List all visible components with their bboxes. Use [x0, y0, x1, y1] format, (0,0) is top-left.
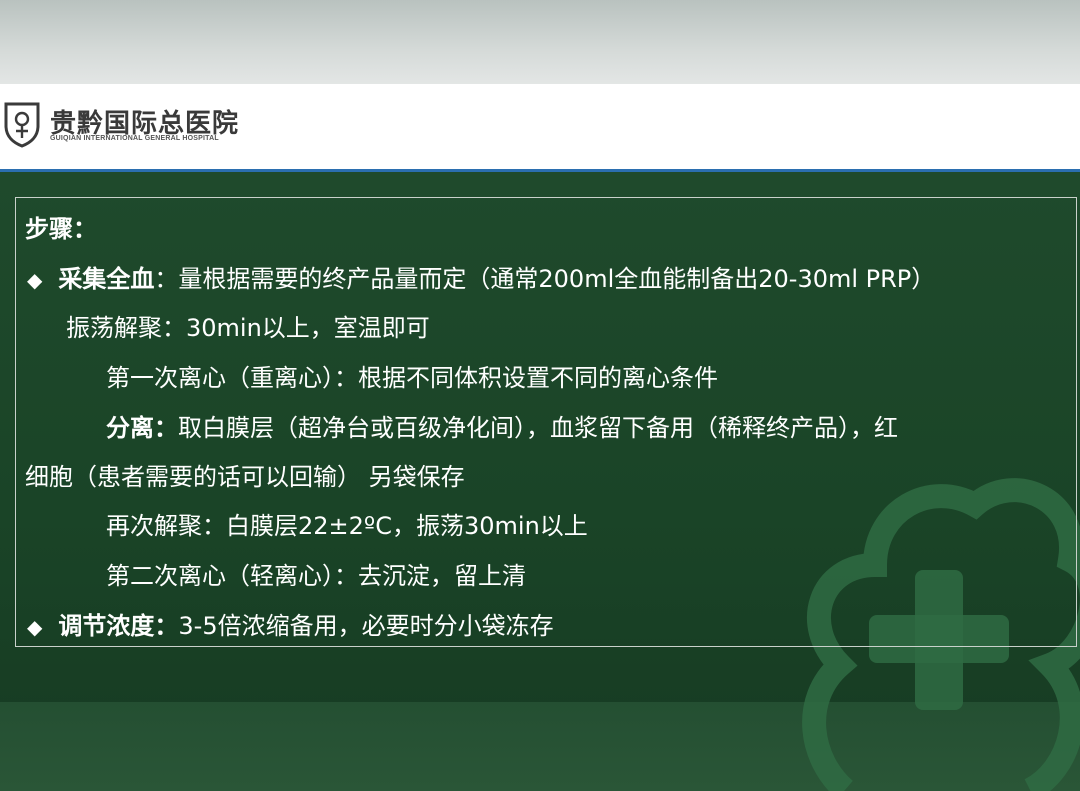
- diamond-bullet-icon: ◆: [27, 615, 43, 639]
- step-text: 3-5倍浓缩备用，必要时分小袋冻存: [178, 612, 554, 640]
- slide-body: 步骤： ◆ 采集全血：量根据需要的终产品量而定（通常200ml全血能制备出20-3…: [0, 172, 1080, 791]
- step-separation-continued: 细胞（患者需要的话可以回输） 另袋保存: [25, 463, 465, 491]
- step-text: ：量根据需要的终产品量而定（通常200ml全血能制备出20-30ml PRP）: [154, 265, 936, 293]
- step-adjust-concentration: ◆ 调节浓度：3-5倍浓缩备用，必要时分小袋冻存: [27, 610, 554, 643]
- steps-heading: 步骤：: [25, 215, 97, 243]
- step-label: 采集全血: [58, 265, 155, 293]
- hospital-logo-icon: [4, 102, 40, 148]
- step-collect-whole-blood: ◆ 采集全血：量根据需要的终产品量而定（通常200ml全血能制备出20-30ml …: [27, 263, 935, 296]
- diamond-bullet-icon: ◆: [27, 268, 43, 292]
- top-background-band: [0, 0, 1080, 84]
- hospital-name-en: GUIQIAN INTERNATIONAL GENERAL HOSPITAL: [50, 135, 219, 142]
- step-second-centrifuge: 第二次离心（轻离心）：去沉淀，留上清: [106, 562, 526, 590]
- step-first-centrifuge: 第一次离心（重离心）：根据不同体积设置不同的离心条件: [106, 364, 718, 392]
- step-text: 取白膜层（超净台或百级净化间），血浆留下备用（稀释终产品），红: [178, 414, 898, 442]
- step-oscillation: 振荡解聚：30min以上，室温即可: [66, 314, 430, 342]
- step-label: 调节浓度：: [58, 612, 179, 640]
- step-separation: 分离：取白膜层（超净台或百级净化间），血浆留下备用（稀释终产品），红: [106, 412, 898, 444]
- step-re-disaggregation: 再次解聚：白膜层22±2ºC，振荡30min以上: [106, 512, 588, 540]
- step-label: 分离：: [106, 414, 178, 442]
